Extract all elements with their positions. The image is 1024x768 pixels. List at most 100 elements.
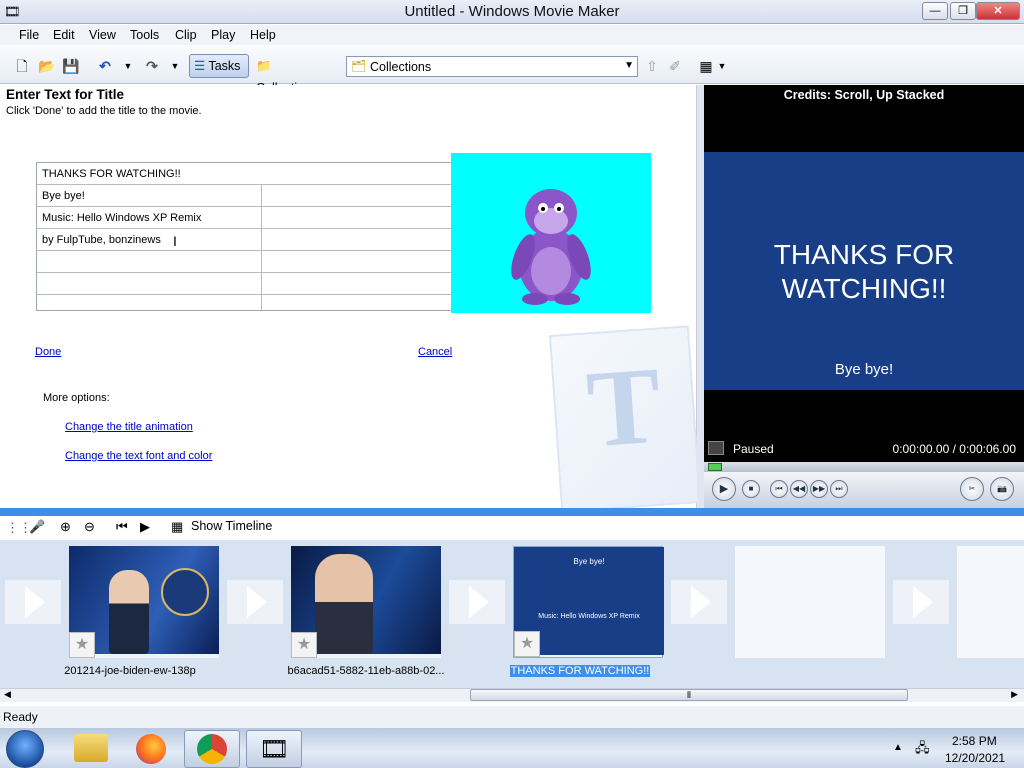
clip-label: 201214-joe-biden-ew-138p [64, 665, 196, 677]
menu-tools[interactable]: Tools [130, 28, 159, 42]
done-link[interactable]: Done [35, 346, 61, 358]
storyboard-clip[interactable]: ★ [69, 546, 219, 658]
transition-slot[interactable] [671, 580, 727, 624]
play-button[interactable]: ▶ [712, 477, 736, 501]
pane-splitter[interactable] [697, 85, 704, 508]
menu-file[interactable]: File [19, 28, 39, 42]
storyboard-empty-slot[interactable] [735, 546, 885, 658]
preview-status-bar: Paused 0:00:00.00 / 0:00:06.00 [704, 438, 1024, 460]
rewind-storyboard-icon[interactable]: ⏮ [116, 519, 128, 535]
tasks-icon: ☰ [194, 59, 206, 73]
redo-icon[interactable]: ↷ [144, 58, 160, 74]
rewind-button[interactable]: ◀◀ [790, 480, 808, 498]
narrate-icon[interactable]: 🎤 [29, 519, 45, 535]
title-watermark-icon: T [548, 325, 702, 513]
collections-select-icon: 🗂 [351, 59, 367, 73]
up-level-icon[interactable]: ⇧ [644, 58, 660, 74]
title-text-editor[interactable]: THANKS FOR WATCHING!! Bye bye! Music: He… [36, 162, 452, 311]
taskbar-chrome[interactable] [184, 730, 240, 768]
effect-star-icon[interactable]: ★ [291, 632, 317, 658]
scroll-left-icon[interactable]: ◀ [4, 689, 11, 700]
menu-edit[interactable]: Edit [53, 28, 75, 42]
tasks-button[interactable]: ☰ Tasks [189, 54, 249, 78]
chevron-down-icon[interactable]: ▼ [624, 60, 634, 71]
network-icon[interactable]: 🖧 [915, 739, 930, 761]
zoom-out-icon[interactable]: ⊖ [84, 519, 95, 535]
title-line-2[interactable]: Bye bye! [37, 185, 451, 207]
chrome-icon [197, 734, 227, 764]
title-line-3[interactable]: Music: Hello Windows XP Remix [37, 207, 451, 229]
scrollbar-thumb[interactable]: ⦀ [470, 689, 908, 701]
cancel-link[interactable]: Cancel [418, 346, 452, 358]
title-line-6[interactable] [37, 273, 451, 295]
storyboard-clip-selected[interactable]: Bye bye! Music: Hello Windows XP Remix ★ [513, 546, 664, 658]
transition-slot[interactable] [227, 580, 283, 624]
transition-slot[interactable] [893, 580, 949, 624]
column-divider [261, 185, 262, 311]
effect-star-icon[interactable]: ★ [69, 632, 95, 658]
maximize-button[interactable]: ❐ [950, 2, 976, 20]
show-hidden-icons-icon[interactable]: ▲ [893, 742, 903, 753]
task-heading: Enter Text for Title [6, 87, 125, 102]
timeline-icon[interactable]: ▦ [171, 519, 183, 535]
menu-clip[interactable]: Clip [175, 28, 197, 42]
menu-play[interactable]: Play [211, 28, 235, 42]
preview-status: Paused [733, 442, 774, 456]
transition-slot[interactable] [5, 580, 61, 624]
start-button[interactable] [6, 730, 44, 768]
minimize-button[interactable]: — [922, 2, 948, 20]
title-line-1[interactable]: THANKS FOR WATCHING!! [37, 163, 451, 185]
open-project-icon[interactable]: 📂 [38, 58, 55, 74]
next-frame-button[interactable]: ⏭ [830, 480, 848, 498]
taskbar-explorer[interactable] [64, 730, 120, 768]
collections-button[interactable]: 📁 Collections [251, 54, 335, 95]
collections-select-value: Collections [370, 60, 432, 74]
taskbar-movie-maker[interactable]: 🎞 [246, 730, 302, 768]
undo-icon[interactable]: ↶ [97, 58, 113, 74]
collections-select[interactable]: 🗂 Collections ▼ [346, 56, 638, 77]
menu-bar: File Edit View Tools Clip Play Help [0, 25, 1024, 45]
storyboard-empty-slot[interactable] [957, 546, 1024, 658]
transition-slot[interactable] [449, 580, 505, 624]
change-font-color-link[interactable]: Change the text font and color [65, 450, 212, 462]
previous-frame-button[interactable]: ⏮ [770, 480, 788, 498]
title-line-5[interactable] [37, 251, 451, 273]
status-text: Ready [3, 710, 38, 724]
seek-bar[interactable] [704, 462, 1024, 472]
change-title-animation-link[interactable]: Change the title animation [65, 421, 193, 433]
fast-forward-button[interactable]: ▶▶ [810, 480, 828, 498]
clip-label: b6acad51-5882-11eb-a88b-02... [287, 665, 445, 677]
clock-time[interactable]: 2:58 PM [952, 734, 997, 748]
transition-arrow-icon [247, 586, 267, 618]
person-image [109, 570, 149, 654]
clock-date[interactable]: 12/20/2021 [945, 751, 1005, 765]
menu-view[interactable]: View [89, 28, 116, 42]
scroll-right-icon[interactable]: ▶ [1011, 689, 1018, 700]
zoom-in-icon[interactable]: ⊕ [60, 519, 71, 535]
redo-dropdown-icon[interactable]: ▼ [167, 58, 183, 74]
undo-dropdown-icon[interactable]: ▼ [120, 58, 136, 74]
seek-thumb[interactable] [708, 463, 722, 471]
save-project-icon[interactable]: 💾 [62, 58, 79, 74]
title-line-4[interactable]: by FulpTube, bonzinews [37, 229, 451, 251]
views-icon[interactable]: ▦ [698, 58, 714, 74]
split-clip-button[interactable]: ✂ [960, 477, 984, 501]
menu-help[interactable]: Help [250, 28, 276, 42]
seal-image [161, 568, 209, 616]
transition-arrow-icon [691, 586, 711, 618]
transition-arrow-icon [25, 586, 45, 618]
title-line-7[interactable] [37, 295, 451, 310]
take-picture-button[interactable]: 📷 [990, 477, 1014, 501]
views-dropdown-icon[interactable]: ▼ [714, 58, 730, 74]
close-button[interactable]: ✕ [976, 2, 1020, 20]
transition-arrow-icon [469, 586, 489, 618]
show-timeline-button[interactable]: Show Timeline [191, 519, 272, 533]
stop-button[interactable]: ■ [742, 480, 760, 498]
new-project-icon[interactable]: 🗋 [14, 58, 30, 74]
new-folder-icon[interactable]: ✐ [667, 58, 683, 74]
taskbar-firefox[interactable] [124, 730, 180, 768]
clip-thumb-bottom-text: Music: Hello Windows XP Remix [538, 613, 640, 620]
storyboard-clip[interactable]: ★ [291, 546, 441, 658]
play-storyboard-icon[interactable]: ▶ [140, 519, 150, 535]
effect-star-icon[interactable]: ★ [514, 631, 540, 657]
